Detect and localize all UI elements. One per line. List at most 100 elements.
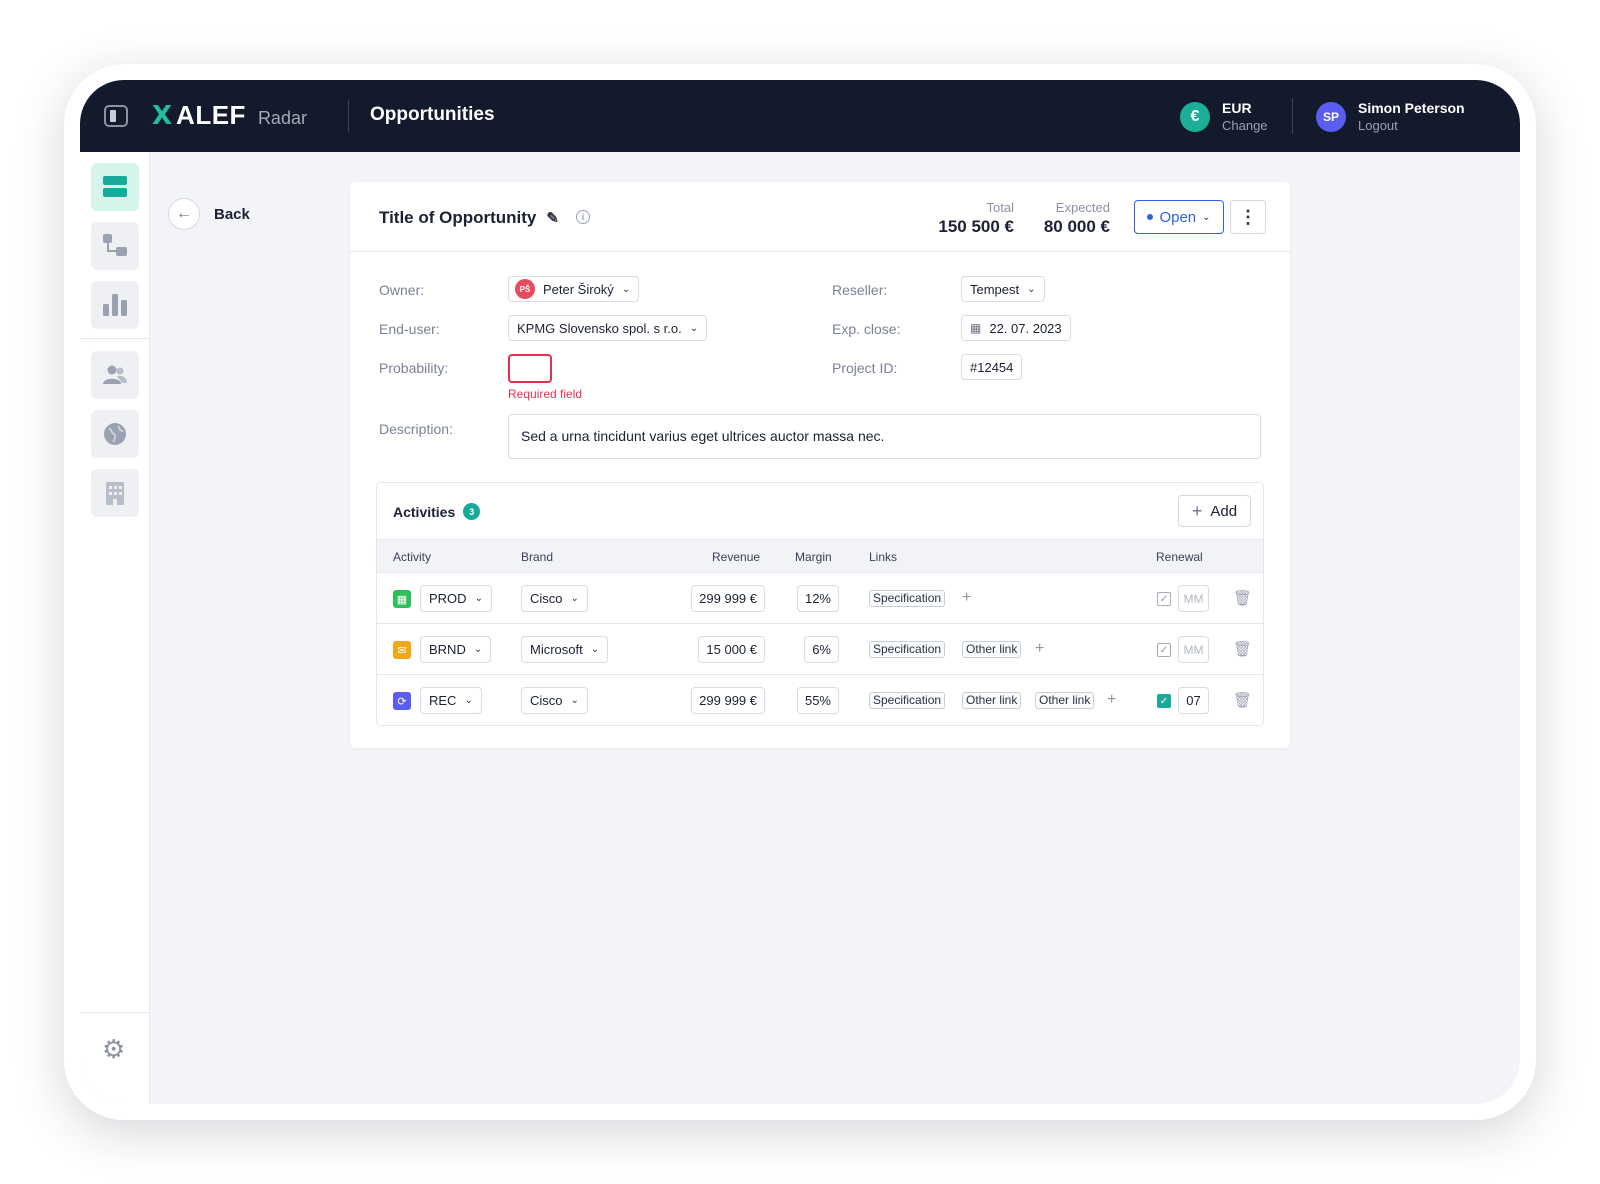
expclose-datepicker[interactable]: ▦ 22. 07. 2023	[961, 315, 1071, 341]
list-icon	[103, 176, 127, 197]
back-button[interactable]: ← Back	[168, 198, 250, 230]
total-label: Total	[986, 200, 1014, 215]
margin-input[interactable]: 12%	[796, 585, 839, 612]
currency-switcher[interactable]: € EUR Change	[1180, 100, 1268, 133]
calendar-icon: ▦	[393, 590, 411, 608]
brand-select[interactable]: Cisco ⌄	[521, 585, 588, 612]
link-chip[interactable]: Other link	[962, 641, 1022, 658]
renewal-checkbox[interactable]: ✓	[1157, 643, 1171, 657]
chevron-down-icon: ⌄	[1202, 211, 1211, 223]
logo-text: ALEF	[176, 100, 246, 130]
chevron-down-icon: ⌄	[473, 644, 483, 655]
projectid-label: Project ID:	[832, 360, 898, 376]
brand-value: Microsoft	[530, 642, 583, 657]
expclose-value: 22. 07. 2023	[989, 320, 1062, 336]
trash-icon[interactable]: 🗑	[1233, 640, 1252, 658]
revenue-input[interactable]: 299 999 €	[691, 585, 765, 612]
renewal-month-input[interactable]: MM	[1178, 636, 1209, 663]
arrow-left-icon: ←	[168, 198, 200, 230]
chevron-down-icon: ⌄	[621, 283, 631, 295]
sidebar-toggle-icon[interactable]	[104, 105, 128, 127]
edit-pencil-icon[interactable]: ✎	[546, 209, 559, 227]
expclose-label: Exp. close:	[832, 321, 901, 337]
column-header: Renewal	[1156, 550, 1203, 564]
margin-input[interactable]: 6%	[804, 636, 839, 663]
renewal-month-input[interactable]: MM	[1178, 585, 1209, 612]
brand-value: Cisco	[530, 693, 563, 708]
reseller-select[interactable]: Tempest ⌄	[961, 276, 1045, 302]
status-label: Open	[1159, 208, 1197, 226]
description-field[interactable]: Sed a urna tincidunt varius eget ultrice…	[508, 414, 1261, 459]
more-menu-button[interactable]: ⋮	[1230, 200, 1266, 234]
back-label: Back	[214, 205, 250, 223]
activity-select[interactable]: PROD ⌄	[420, 585, 492, 612]
activities-title-text: Activities	[393, 503, 456, 520]
megaphone-icon: ✉	[393, 641, 411, 659]
projectid-value: #12454	[970, 359, 1014, 375]
projectid-field[interactable]: #12454	[961, 354, 1023, 380]
repeat-icon: ⟳	[393, 692, 411, 710]
revenue-input[interactable]: 15 000 €	[698, 636, 765, 663]
chevron-down-icon: ⌄	[474, 593, 483, 604]
nav-users[interactable]	[91, 351, 139, 399]
activities-title: Activities 3	[393, 503, 481, 520]
divider	[80, 1012, 150, 1013]
chevron-down-icon: ⌄	[689, 322, 699, 334]
user-name: Simon Peterson	[1358, 100, 1465, 116]
margin-input[interactable]: 55%	[796, 687, 839, 714]
nav-companies[interactable]	[91, 469, 139, 517]
activities-panel: Activities 3 + Add Activity Brand Revenu…	[376, 482, 1264, 726]
table-row: ⟳ REC ⌄ Cisco ⌄ 299 999 € 55% Specificat…	[377, 675, 1263, 725]
nav-flow[interactable]	[91, 222, 139, 270]
avatar: PŠ	[515, 279, 535, 299]
calendar-icon: ▦	[970, 321, 982, 335]
nav-opportunities[interactable]	[91, 163, 139, 211]
enduser-label: End-user:	[379, 321, 440, 337]
renewal-checkbox[interactable]: ✓	[1157, 694, 1171, 708]
column-header: Margin	[795, 550, 832, 564]
currency-change-link[interactable]: Change	[1222, 118, 1268, 133]
trash-icon[interactable]: 🗑	[1233, 691, 1252, 709]
activity-select[interactable]: BRND ⌄	[420, 636, 492, 663]
flow-icon	[103, 234, 127, 256]
description-label: Description:	[379, 421, 453, 437]
column-header: Brand	[521, 550, 554, 564]
link-chip[interactable]: Specification	[869, 692, 946, 709]
add-activity-button[interactable]: + Add	[1178, 495, 1251, 527]
total-stat: Total 150 500 €	[938, 200, 1014, 237]
card-header: Title of Opportunity ✎ i Total 150 500 €…	[350, 182, 1290, 252]
renewal-checkbox[interactable]: ✓	[1157, 592, 1171, 606]
logo-subtitle: Radar	[257, 108, 307, 128]
nav-globe[interactable]	[91, 410, 139, 458]
nav-reports[interactable]	[91, 281, 139, 329]
enduser-select[interactable]: KPMG Slovensko spol. s r.o. ⌄	[508, 315, 708, 341]
probability-input[interactable]	[508, 354, 552, 383]
table-row: ▦ PROD ⌄ Cisco ⌄ 299 999 € 12% Specifica…	[377, 573, 1263, 624]
probability-error: Required field	[508, 387, 583, 401]
activity-select[interactable]: REC ⌄	[420, 687, 482, 714]
plus-icon[interactable]: +	[1035, 640, 1044, 657]
owner-label: Owner:	[379, 282, 425, 298]
link-chip[interactable]: Other link	[962, 692, 1022, 709]
link-chip[interactable]: Specification	[869, 590, 946, 607]
brand-select[interactable]: Cisco ⌄	[521, 687, 588, 714]
user-menu[interactable]: SP Simon Peterson Logout	[1316, 100, 1465, 133]
add-label: Add	[1210, 502, 1238, 520]
link-chip[interactable]: Other link	[1035, 692, 1095, 709]
plus-icon[interactable]: +	[962, 589, 971, 606]
logout-link[interactable]: Logout	[1358, 118, 1465, 133]
logo[interactable]: X ALEF Radar	[152, 102, 307, 129]
column-header: Activity	[393, 550, 432, 564]
status-dropdown[interactable]: Open ⌄	[1134, 200, 1224, 234]
link-chip[interactable]: Specification	[869, 641, 946, 658]
plus-icon[interactable]: +	[1107, 691, 1116, 708]
activity-value: REC	[429, 693, 457, 708]
revenue-input[interactable]: 299 999 €	[691, 687, 765, 714]
gear-icon[interactable]: ⚙	[102, 1034, 125, 1065]
info-icon[interactable]: i	[576, 210, 590, 224]
owner-select[interactable]: PŠ Peter Široký ⌄	[508, 276, 640, 302]
brand-select[interactable]: Microsoft ⌄	[521, 636, 609, 663]
table-header: Activity Brand Revenue Margin Links Rene…	[377, 539, 1263, 573]
trash-icon[interactable]: 🗑	[1233, 589, 1252, 607]
renewal-month-input[interactable]: 07	[1178, 687, 1209, 714]
